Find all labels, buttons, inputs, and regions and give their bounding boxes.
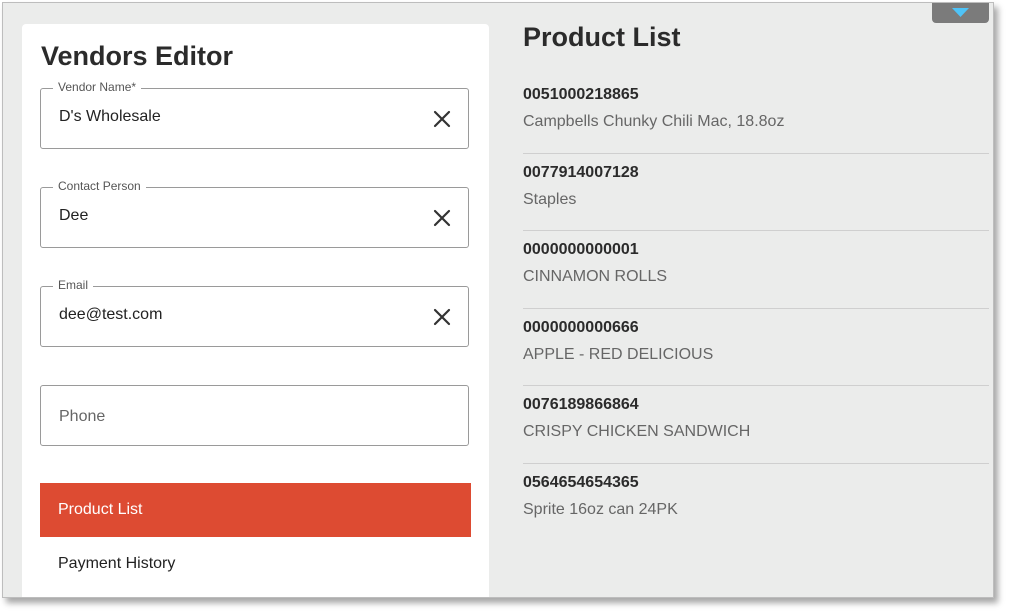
vendors-window: Vendors Editor Vendor Name* D's Wholesal… bbox=[2, 2, 994, 598]
product-code: 0051000218865 bbox=[523, 86, 639, 103]
product-name: Sprite 16oz can 24PK bbox=[523, 500, 678, 518]
product-list-title: Product List bbox=[523, 22, 681, 52]
email-clear-button[interactable] bbox=[432, 307, 452, 327]
list-item[interactable]: 0564654654365 Sprite 16oz can 24PK bbox=[523, 464, 989, 542]
product-name: CINNAMON ROLLS bbox=[523, 268, 668, 285]
email-value[interactable]: dee@test.com bbox=[59, 306, 162, 324]
vendor-name-label: Vendor Name* bbox=[53, 80, 142, 94]
phone-placeholder[interactable]: Phone bbox=[59, 408, 105, 426]
vendor-name-clear-button[interactable] bbox=[432, 109, 452, 129]
list-item[interactable]: 0076189866864 CRISPY CHICKEN SANDWICH bbox=[523, 386, 989, 464]
product-name: CRISPY CHICKEN SANDWICH bbox=[523, 423, 751, 440]
vendors-editor-panel: Vendors Editor Vendor Name* D's Wholesal… bbox=[22, 24, 489, 597]
list-item[interactable]: 0000000000001 CINNAMON ROLLS bbox=[523, 231, 989, 309]
vendor-name-field[interactable]: Vendor Name* D's Wholesale bbox=[40, 80, 469, 149]
collapse-button[interactable] bbox=[932, 3, 989, 23]
email-label: Email bbox=[53, 278, 94, 292]
list-item[interactable]: 0000000000666 APPLE - RED DELICIOUS bbox=[523, 309, 989, 386]
caret-down-icon bbox=[952, 8, 969, 17]
product-name: Staples bbox=[523, 190, 577, 208]
vendor-name-value[interactable]: D's Wholesale bbox=[59, 108, 161, 126]
list-item[interactable]: 0051000218865 Campbells Chunky Chili Mac… bbox=[523, 76, 989, 154]
email-field[interactable]: Email dee@test.com bbox=[40, 278, 469, 347]
contact-person-field[interactable]: Contact Person Dee bbox=[40, 179, 469, 248]
contact-person-label: Contact Person bbox=[53, 179, 146, 193]
product-code: 0564654654365 bbox=[523, 473, 639, 491]
close-icon bbox=[433, 308, 451, 326]
contact-person-value[interactable]: Dee bbox=[59, 207, 88, 225]
product-name: APPLE - RED DELICIOUS bbox=[523, 345, 714, 363]
product-code: 0077914007128 bbox=[523, 163, 639, 181]
list-item[interactable]: 0077914007128 Staples bbox=[523, 154, 989, 231]
product-code: 0076189866864 bbox=[523, 396, 639, 413]
product-list: 0051000218865 Campbells Chunky Chili Mac… bbox=[523, 76, 989, 541]
close-icon bbox=[433, 110, 451, 128]
tab-product-list[interactable]: Product List bbox=[40, 483, 471, 537]
product-code: 0000000000001 bbox=[523, 241, 639, 258]
tab-payment-history[interactable]: Payment History bbox=[40, 537, 471, 591]
editor-title: Vendors Editor bbox=[41, 41, 234, 71]
product-name: Campbells Chunky Chili Mac, 18.8oz bbox=[523, 113, 785, 130]
close-icon bbox=[433, 209, 451, 227]
contact-person-clear-button[interactable] bbox=[432, 208, 452, 228]
phone-field[interactable]: Phone bbox=[40, 385, 469, 446]
product-code: 0000000000666 bbox=[523, 318, 639, 336]
